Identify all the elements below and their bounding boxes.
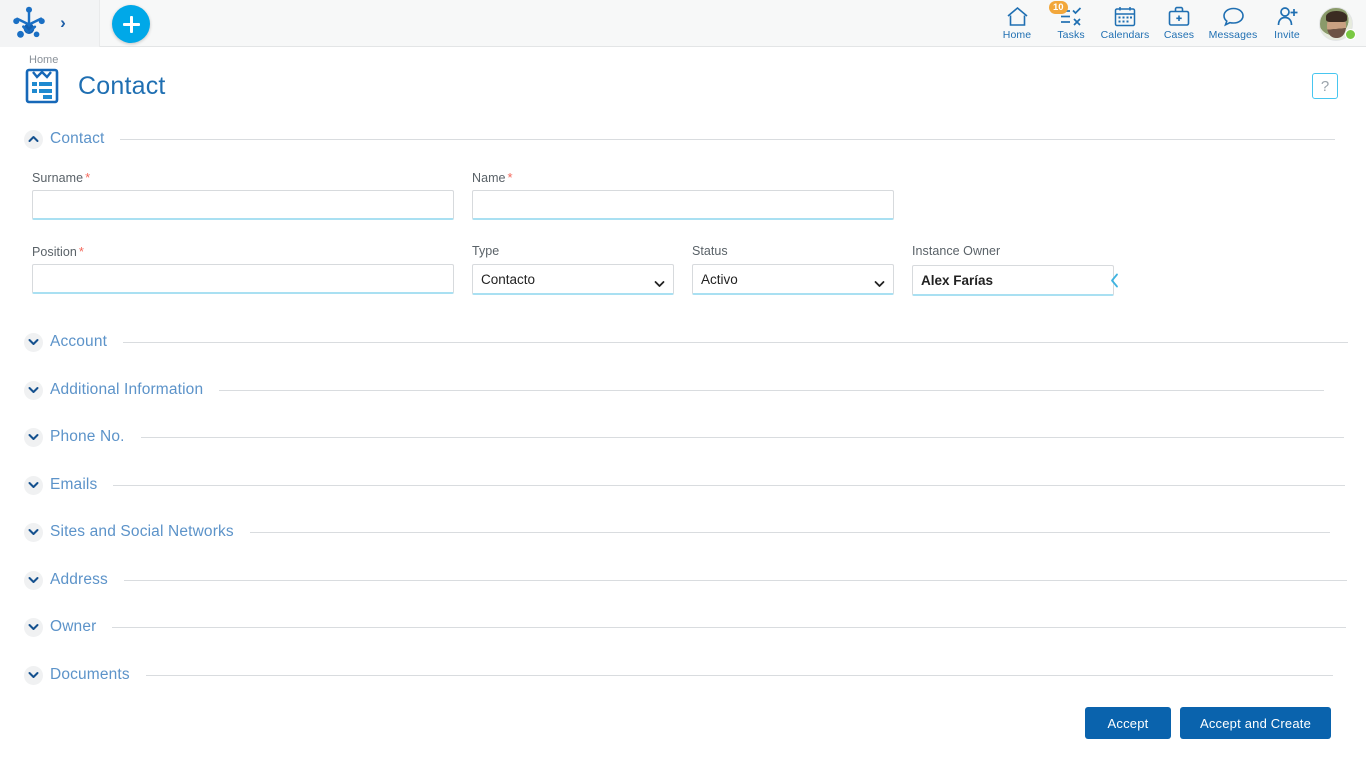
avatar[interactable] (1314, 0, 1358, 47)
section-divider (123, 341, 1349, 343)
chevron-up-icon (24, 129, 43, 149)
label-surname: Surname * (32, 170, 91, 185)
label-status: Status (692, 244, 728, 258)
top-nav-items: Home 10 Tasks Calendars Cases Messages I… (990, 0, 1358, 47)
section-header-sites-and-social-networks[interactable]: Sites and Social Networks (24, 521, 1330, 543)
section-title-owner: Owner (50, 618, 97, 635)
instance-owner-input[interactable] (913, 266, 1110, 294)
position-input[interactable] (32, 264, 454, 294)
section-title-phone-no: Phone No. (50, 428, 125, 445)
status-online-indicator (1345, 29, 1356, 40)
briefcase-icon (1168, 4, 1190, 28)
section-header-documents[interactable]: Documents (24, 664, 1333, 686)
section-header-account[interactable]: Account (24, 331, 1349, 353)
label-type: Type (472, 244, 500, 258)
home-icon (1006, 4, 1029, 28)
accept-button[interactable]: Accept (1085, 707, 1171, 739)
section-divider (219, 389, 1325, 391)
section-divider (113, 484, 1346, 486)
nav-label-tasks: Tasks (1057, 29, 1085, 41)
add-new-button[interactable] (112, 5, 150, 43)
label-name: Name * (472, 170, 513, 185)
nav-item-tasks[interactable]: 10 Tasks (1044, 0, 1098, 47)
section-divider (123, 579, 1347, 581)
label-position: Position * (32, 244, 84, 259)
section-divider (249, 531, 1330, 533)
chevron-down-icon (24, 475, 43, 495)
section-title-sites-and-social-networks: Sites and Social Networks (50, 523, 234, 540)
name-input[interactable] (472, 190, 894, 220)
surname-input[interactable] (32, 190, 454, 220)
section-title-account: Account (50, 333, 108, 350)
instance-owner-field (912, 265, 1118, 296)
section-title-documents: Documents (50, 666, 130, 683)
nav-label-invite: Invite (1274, 29, 1300, 41)
section-header-phone-no[interactable]: Phone No. (24, 426, 1344, 448)
section-title-contact: Contact (50, 130, 105, 147)
chevron-right-icon[interactable]: › (48, 13, 78, 33)
chevron-down-icon (24, 522, 43, 542)
section-divider (145, 674, 1333, 676)
nav-label-messages: Messages (1208, 29, 1258, 41)
speech-bubble-icon (1222, 4, 1245, 28)
calendar-icon (1114, 4, 1136, 28)
nav-item-invite[interactable]: Invite (1260, 0, 1314, 47)
type-select[interactable]: Contacto (472, 264, 674, 295)
required-marker: * (507, 170, 513, 185)
nav-label-calendars: Calendars (1100, 29, 1150, 41)
chevron-down-icon (24, 427, 43, 447)
section-title-emails: Emails (50, 476, 98, 493)
required-marker: * (85, 170, 91, 185)
nav-item-messages[interactable]: Messages (1206, 0, 1260, 47)
chevron-down-icon (24, 665, 43, 685)
chevron-down-icon (24, 332, 43, 352)
section-title-additional-information: Additional Information (50, 381, 204, 398)
chevron-left-icon[interactable] (1110, 266, 1119, 294)
chevron-down-icon (24, 617, 43, 637)
section-header-address[interactable]: Address (24, 569, 1347, 591)
tasks-badge: 10 (1049, 1, 1068, 14)
top-navigation-bar: › Home 10 Tasks Calendars Cases Messages… (0, 0, 1366, 47)
contact-card-icon (25, 68, 59, 104)
chevron-down-icon (24, 570, 43, 590)
accept-and-create-button[interactable]: Accept and Create (1180, 707, 1331, 739)
breadcrumb[interactable]: Home (29, 54, 58, 66)
page-header: Contact (25, 68, 166, 104)
logo-zone: › (0, 0, 100, 47)
section-header-additional-information[interactable]: Additional Information (24, 379, 1325, 401)
section-divider (140, 436, 1344, 438)
nav-item-cases[interactable]: Cases (1152, 0, 1206, 47)
section-title-address: Address (50, 571, 108, 588)
section-header-emails[interactable]: Emails (24, 474, 1346, 496)
nav-item-home[interactable]: Home (990, 0, 1044, 47)
frog-foot-logo-icon[interactable] (10, 6, 48, 40)
user-add-icon (1276, 4, 1299, 28)
nav-item-calendars[interactable]: Calendars (1098, 0, 1152, 47)
nav-label-home: Home (1002, 29, 1032, 41)
section-divider (120, 138, 1336, 140)
help-button[interactable]: ? (1312, 73, 1338, 99)
nav-label-cases: Cases (1163, 29, 1195, 41)
page-title: Contact (78, 71, 166, 100)
status-select[interactable]: Activo (692, 264, 894, 295)
section-header-owner[interactable]: Owner (24, 616, 1347, 638)
label-instance-owner: Instance Owner (912, 244, 1001, 258)
required-marker: * (78, 244, 84, 259)
section-divider (112, 626, 1347, 628)
chevron-down-icon (24, 380, 43, 400)
section-header-contact[interactable]: Contact (24, 128, 1336, 150)
